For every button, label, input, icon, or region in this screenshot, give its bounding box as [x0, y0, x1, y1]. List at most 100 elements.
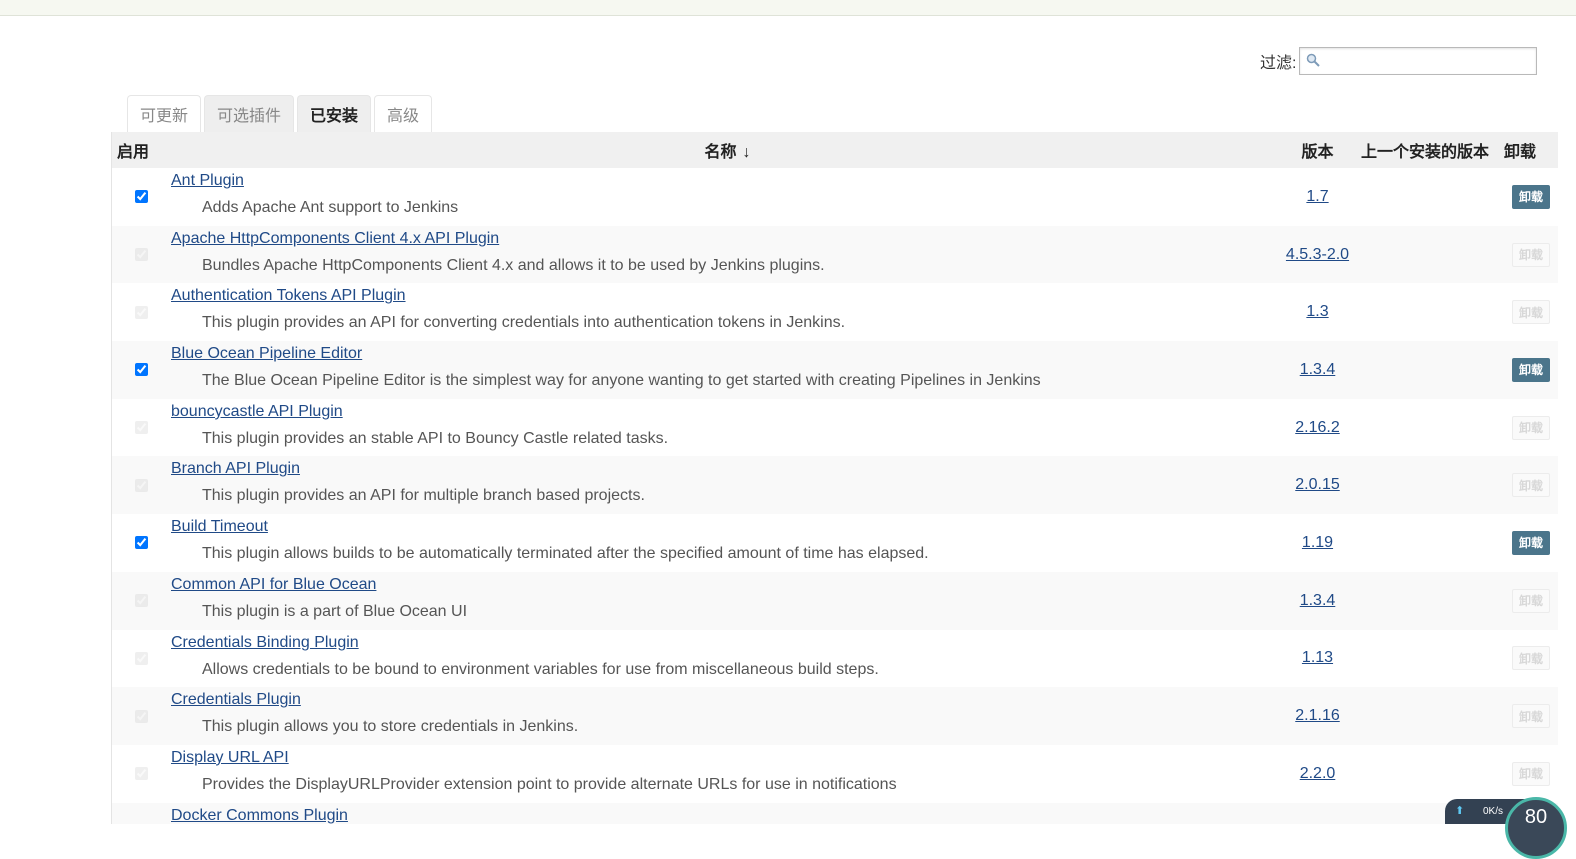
enable-cell — [112, 168, 170, 226]
previous-version-cell — [1350, 283, 1500, 341]
enable-checkbox[interactable] — [134, 536, 148, 550]
plugin-description: Bundles Apache HttpComponents Client 4.x… — [202, 256, 825, 274]
table-row: Common API for Blue Ocean This plugin is … — [112, 571, 1558, 630]
table-row: Display URL API Provides the DisplayURLPr… — [112, 744, 1558, 803]
plugin-name-link[interactable]: Branch API Plugin — [171, 460, 300, 478]
previous-version-cell — [1350, 687, 1500, 745]
uninstall-button: 卸载 — [1512, 704, 1550, 729]
table-row: Authentication Tokens API Plugin This plu… — [112, 283, 1558, 342]
plugin-description: This plugin allows you to store credenti… — [202, 718, 579, 736]
version-link[interactable]: 1.3.4 — [1300, 590, 1336, 612]
plugin-name-link[interactable]: Build Timeout — [171, 518, 268, 536]
table-row: Branch API Plugin This plugin provides an… — [112, 456, 1558, 515]
table-row: Ant Plugin Adds Apache Ant support to Jen… — [112, 168, 1558, 226]
plugin-description: The Blue Ocean Pipeline Editor is the si… — [202, 372, 1041, 390]
name-cell: Display URL API Provides the DisplayURLPr… — [170, 745, 1285, 803]
header-version[interactable]: 版本 — [1285, 138, 1350, 162]
version-link[interactable]: 1.7 — [1306, 186, 1328, 208]
name-cell: Apache HttpComponents Client 4.x API Plu… — [170, 226, 1285, 284]
version-cell: 1.19 — [1285, 514, 1350, 572]
speed-text: 0K/s — [1482, 806, 1503, 817]
plugin-description: This plugin provides an API for converti… — [202, 314, 846, 332]
uninstall-cell: 卸载 — [1500, 226, 1558, 284]
version-link[interactable]: 1.3.4 — [1300, 359, 1336, 381]
uninstall-button: 卸载 — [1512, 242, 1550, 267]
plugin-name-link[interactable]: Display URL API — [171, 749, 289, 767]
tab-3[interactable]: 高级 — [374, 95, 433, 132]
network-speed-widget[interactable]: ⬆ 0K/s 80 — [1445, 797, 1576, 859]
plugin-name-link[interactable]: Docker Commons Plugin — [171, 807, 348, 824]
version-link[interactable]: 1.13 — [1302, 647, 1333, 669]
previous-version-cell — [1350, 630, 1500, 688]
name-cell: Branch API Plugin This plugin provides an… — [170, 456, 1285, 514]
name-cell: Common API for Blue Ocean This plugin is … — [170, 572, 1285, 630]
version-link[interactable]: 2.0.15 — [1295, 474, 1339, 496]
version-link[interactable]: 1.19 — [1302, 532, 1333, 554]
table-row: Docker Commons Plugin — [112, 802, 1558, 824]
version-cell: 2.16.2 — [1285, 399, 1350, 457]
plugin-name-link[interactable]: Ant Plugin — [171, 172, 244, 190]
plugin-name-link[interactable]: Credentials Binding Plugin — [171, 634, 359, 652]
sort-arrow-icon: ↓ — [742, 144, 751, 161]
table-row: Blue Ocean Pipeline Editor The Blue Ocean… — [112, 341, 1558, 399]
name-cell: Blue Ocean Pipeline Editor The Blue Ocean… — [170, 341, 1285, 399]
enable-cell — [112, 514, 170, 572]
table-row: bouncycastle API Plugin This plugin provi… — [112, 398, 1558, 457]
table-row: Credentials Plugin This plugin allows you… — [112, 687, 1558, 745]
uninstall-button[interactable]: 卸载 — [1512, 530, 1550, 555]
uninstall-cell: 卸载 — [1500, 687, 1558, 745]
plugin-name-link[interactable]: Blue Ocean Pipeline Editor — [171, 345, 362, 363]
version-link[interactable]: 2.16.2 — [1295, 417, 1339, 439]
name-cell: Credentials Binding Plugin Allows credent… — [170, 630, 1285, 688]
enable-checkbox — [134, 709, 148, 723]
enable-checkbox — [134, 421, 148, 435]
filter-input[interactable] — [1322, 50, 1535, 72]
header-name-label: 名称 — [704, 144, 737, 161]
version-cell: 1.13 — [1285, 630, 1350, 688]
version-cell: 1.3.4 — [1285, 572, 1350, 630]
plugin-name-link[interactable]: Apache HttpComponents Client 4.x API Plu… — [171, 230, 499, 248]
version-link[interactable]: 4.5.3-2.0 — [1286, 244, 1349, 266]
enable-cell — [112, 745, 170, 803]
version-link[interactable]: 1.3 — [1306, 301, 1328, 323]
version-cell: 2.0.15 — [1285, 456, 1350, 514]
plugin-name-link[interactable]: Authentication Tokens API Plugin — [171, 287, 406, 305]
upload-arrow-icon: ⬆ — [1455, 805, 1465, 817]
enable-cell — [112, 226, 170, 284]
version-cell: 1.3 — [1285, 283, 1350, 341]
enable-checkbox[interactable] — [134, 363, 148, 377]
filter-label: 过滤: — [1260, 55, 1297, 72]
filter-box[interactable] — [1299, 47, 1538, 75]
uninstall-cell: 卸载 — [1500, 745, 1558, 803]
uninstall-button[interactable]: 卸载 — [1512, 357, 1550, 382]
table-row: Build Timeout This plugin allows builds t… — [112, 514, 1558, 572]
plugin-name-link[interactable]: Common API for Blue Ocean — [171, 576, 376, 594]
enable-checkbox[interactable] — [134, 190, 148, 204]
previous-version-cell — [1350, 745, 1500, 803]
header-previous-version[interactable]: 上一个安装的版本 — [1350, 138, 1500, 162]
table-body: Ant Plugin Adds Apache Ant support to Jen… — [112, 168, 1558, 824]
tab-2[interactable]: 已安装 — [297, 95, 372, 132]
name-cell: Docker Commons Plugin — [170, 803, 1285, 824]
version-link[interactable]: 2.2.0 — [1300, 763, 1336, 785]
uninstall-cell: 卸载 — [1500, 630, 1558, 688]
name-cell: Ant Plugin Adds Apache Ant support to Jen… — [170, 168, 1285, 226]
plugin-name-link[interactable]: bouncycastle API Plugin — [171, 403, 343, 421]
plugin-name-link[interactable]: Credentials Plugin — [171, 691, 301, 709]
version-link[interactable]: 2.1.16 — [1295, 705, 1339, 727]
header-name[interactable]: 名称 ↓ — [170, 138, 1285, 162]
tab-0[interactable]: 可更新 — [127, 95, 202, 132]
version-cell: 2.2.0 — [1285, 745, 1350, 803]
uninstall-cell: 卸载 — [1500, 572, 1558, 630]
filter-bar: 过滤: — [1260, 47, 1538, 75]
previous-version-cell — [1350, 226, 1500, 284]
uninstall-button: 卸载 — [1512, 300, 1550, 325]
uninstall-button[interactable]: 卸载 — [1512, 184, 1550, 209]
header-enable: 启用 — [117, 144, 150, 161]
plugin-description: Allows credentials to be bound to enviro… — [202, 660, 879, 678]
uninstall-cell: 卸载 — [1500, 514, 1558, 572]
top-band — [0, 0, 1576, 16]
tab-1[interactable]: 可选插件 — [204, 95, 295, 132]
uninstall-button: 卸载 — [1512, 415, 1550, 440]
enable-cell — [112, 399, 170, 457]
